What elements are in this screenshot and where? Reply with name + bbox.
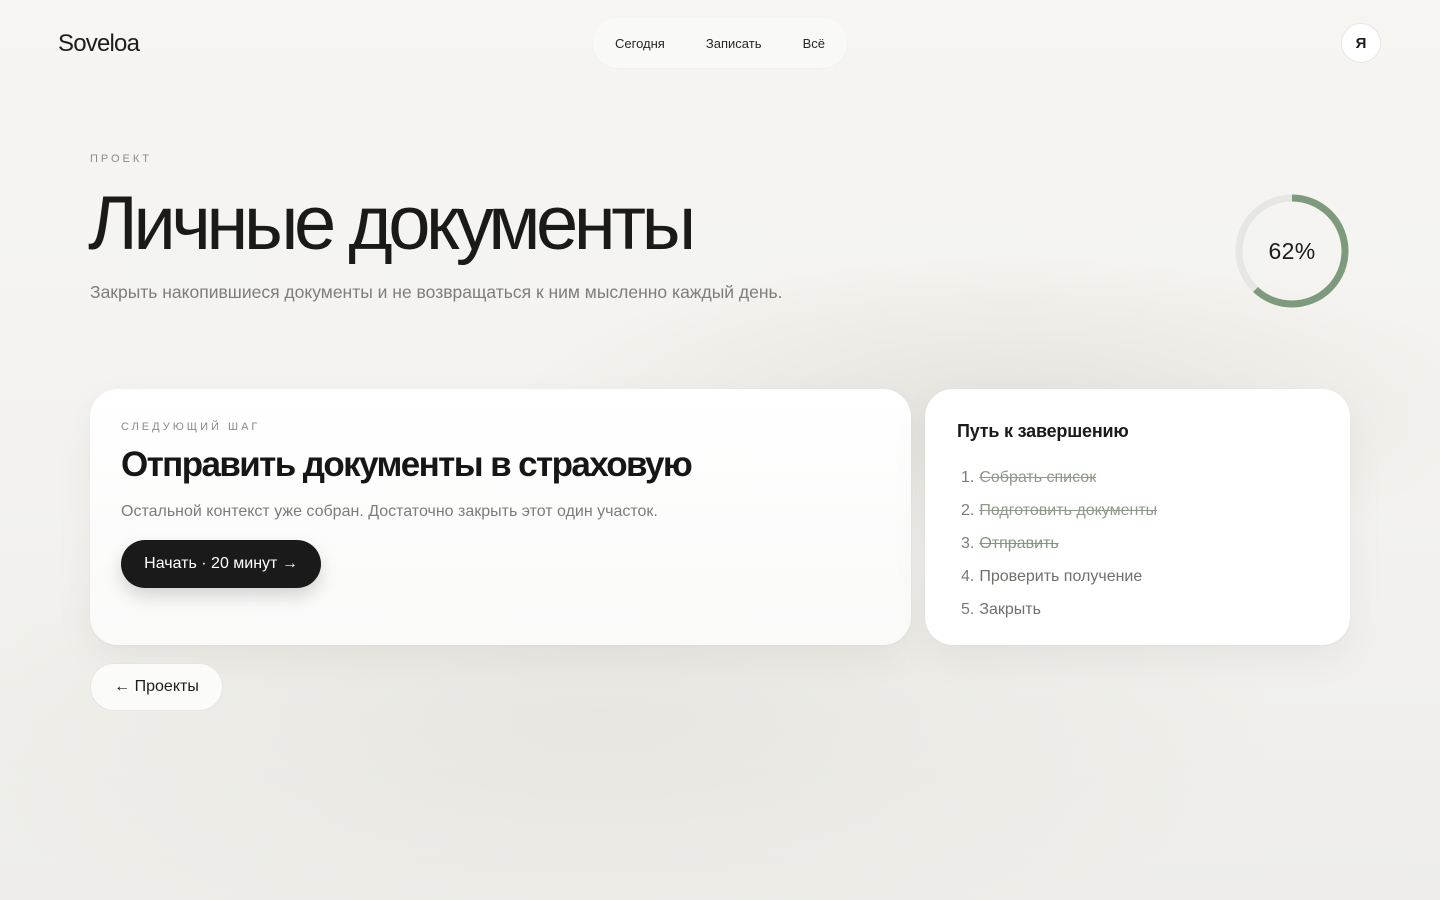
path-step-number: 3. bbox=[961, 534, 975, 552]
path-step-label: Отправить bbox=[979, 534, 1059, 552]
next-step-description: Остальной контекст уже собран. Достаточн… bbox=[121, 503, 658, 520]
project-description: Закрыть накопившиеся документы и не возв… bbox=[90, 282, 783, 302]
path-step: 1. Собрать список bbox=[961, 461, 1157, 494]
path-step-number: 1. bbox=[961, 468, 975, 486]
next-step-eyebrow: СЛЕДУЮЩИЙ ШАГ bbox=[121, 421, 261, 433]
path-step-number: 2. bbox=[961, 501, 975, 519]
completion-path-title: Путь к завершению bbox=[957, 421, 1129, 441]
path-step: 3. Отправить bbox=[961, 527, 1157, 560]
app-logo[interactable]: Soveloa bbox=[58, 30, 140, 58]
path-step-number: 4. bbox=[961, 567, 975, 585]
path-step: 5. Закрыть bbox=[961, 593, 1157, 626]
progress-ring: 62% bbox=[1233, 192, 1351, 310]
path-step: 4. Проверить получение bbox=[961, 560, 1157, 593]
path-step: 2. Подготовить документы bbox=[961, 494, 1157, 527]
next-step-card: СЛЕДУЮЩИЙ ШАГ Отправить документы в стра… bbox=[90, 389, 911, 645]
path-step-label: Собрать список bbox=[979, 468, 1097, 486]
back-to-projects-button[interactable]: ← Проекты bbox=[90, 663, 223, 711]
user-avatar[interactable]: Я bbox=[1341, 23, 1381, 63]
nav-item-today[interactable]: Сегодня bbox=[615, 36, 665, 51]
path-step-label: Подготовить документы bbox=[979, 501, 1158, 519]
completion-path-list: 1. Собрать список 2. Подготовить докумен… bbox=[961, 461, 1157, 626]
nav-item-capture[interactable]: Записать bbox=[706, 36, 762, 51]
path-step-label: Закрыть bbox=[979, 600, 1041, 618]
nav-item-all[interactable]: Всё bbox=[803, 36, 825, 51]
progress-percent: 62% bbox=[1268, 237, 1316, 264]
completion-path-card: Путь к завершению 1. Собрать список 2. П… bbox=[925, 389, 1350, 645]
page-title: Личные документы bbox=[88, 181, 696, 266]
path-step-number: 5. bbox=[961, 600, 975, 618]
path-step-label: Проверить получение bbox=[979, 567, 1143, 585]
next-step-title: Отправить документы в страховую bbox=[121, 445, 693, 484]
start-button[interactable]: Начать · 20 минут → bbox=[121, 540, 321, 588]
top-nav: Сегодня Записать Всё bbox=[593, 18, 847, 68]
project-eyebrow: ПРОЕКТ bbox=[90, 153, 153, 165]
